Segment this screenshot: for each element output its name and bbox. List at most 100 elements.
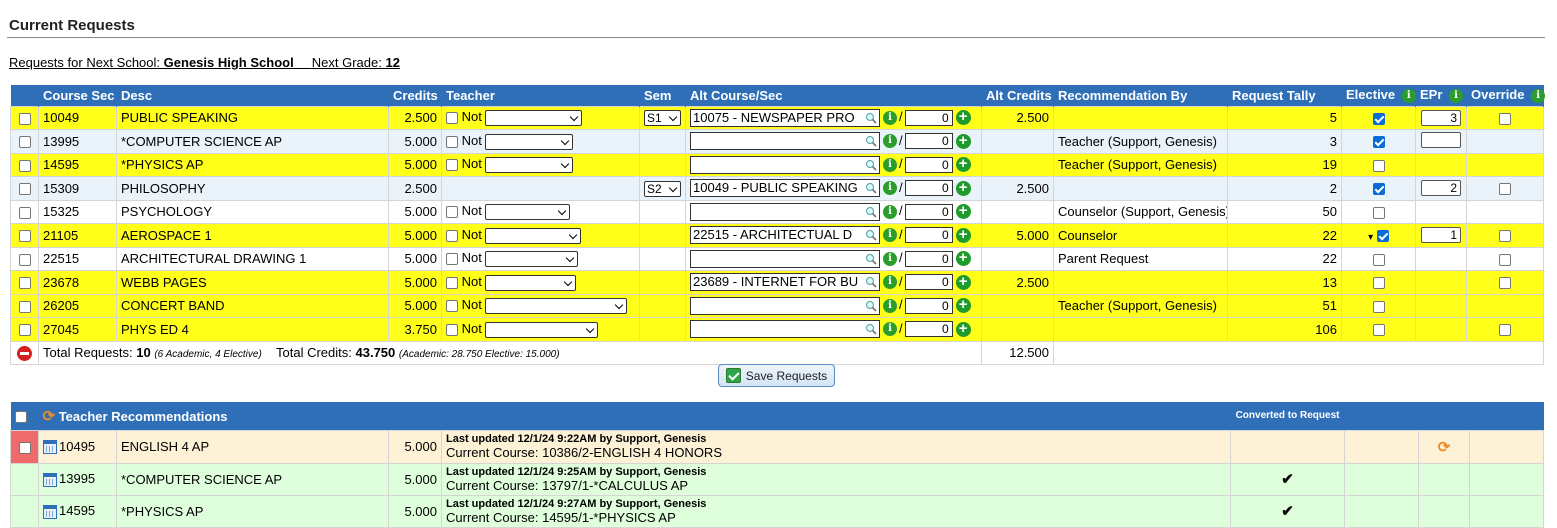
- override-checkbox[interactable]: [1499, 253, 1511, 266]
- add-icon[interactable]: +: [955, 203, 971, 220]
- row-select-checkbox[interactable]: [18, 230, 31, 243]
- info-icon[interactable]: i: [883, 157, 897, 172]
- search-icon[interactable]: [865, 300, 877, 312]
- info-icon[interactable]: i: [883, 181, 897, 196]
- info-icon[interactable]: i: [1531, 89, 1546, 104]
- not-teacher-checkbox[interactable]: [446, 135, 458, 148]
- search-icon[interactable]: [865, 159, 877, 171]
- alt-course-input[interactable]: [690, 296, 880, 315]
- search-icon[interactable]: [865, 206, 877, 218]
- alt-course-input[interactable]: [690, 320, 880, 339]
- teacher-select[interactable]: [485, 251, 579, 268]
- not-teacher-checkbox[interactable]: [446, 253, 458, 266]
- override-checkbox[interactable]: [1499, 230, 1511, 243]
- elective-checkbox[interactable]: [1372, 136, 1385, 149]
- alt-number-input[interactable]: 0: [904, 156, 953, 173]
- add-icon[interactable]: +: [955, 274, 971, 290]
- elective-checkbox[interactable]: [1372, 183, 1385, 196]
- not-teacher-checkbox[interactable]: [446, 229, 458, 242]
- info-icon[interactable]: i: [883, 322, 897, 337]
- alt-number-input[interactable]: 0: [904, 203, 953, 220]
- rec-select-all[interactable]: [10, 402, 39, 430]
- override-checkbox[interactable]: [1499, 112, 1511, 125]
- row-select-checkbox[interactable]: [18, 112, 31, 125]
- info-icon[interactable]: i: [883, 110, 897, 125]
- search-icon[interactable]: [865, 253, 877, 265]
- add-icon[interactable]: +: [955, 227, 971, 243]
- row-select-checkbox[interactable]: [18, 253, 31, 266]
- alt-course-input[interactable]: [690, 132, 880, 151]
- row-select-checkbox[interactable]: [18, 300, 31, 313]
- epr-input[interactable]: [1421, 131, 1461, 148]
- alt-course-input[interactable]: 10075 - NEWSPAPER PRO: [690, 108, 880, 127]
- not-teacher-checkbox[interactable]: [446, 206, 458, 219]
- alt-course-input[interactable]: [690, 155, 880, 174]
- alt-number-input[interactable]: 0: [904, 133, 953, 150]
- elective-checkbox[interactable]: [1372, 300, 1385, 313]
- info-icon[interactable]: i: [883, 134, 897, 149]
- delete-icon[interactable]: [10, 340, 39, 365]
- alt-course-input[interactable]: 23689 - INTERNET FOR BU: [690, 273, 880, 292]
- not-teacher-checkbox[interactable]: [446, 276, 458, 289]
- alt-course-input[interactable]: [690, 202, 880, 221]
- refresh-icon[interactable]: ⟳: [43, 408, 56, 425]
- teacher-select[interactable]: [485, 110, 583, 127]
- not-teacher-checkbox[interactable]: [446, 112, 458, 125]
- search-icon[interactable]: [865, 323, 877, 335]
- alt-number-input[interactable]: 0: [904, 297, 953, 314]
- alt-course-input[interactable]: 10049 - PUBLIC SPEAKING: [690, 179, 880, 198]
- add-icon[interactable]: +: [955, 109, 971, 126]
- elective-checkbox[interactable]: [1372, 277, 1385, 290]
- calendar-icon[interactable]: [43, 440, 57, 455]
- not-teacher-checkbox[interactable]: [446, 323, 458, 336]
- row-select-checkbox[interactable]: [18, 206, 31, 219]
- info-icon[interactable]: i: [883, 251, 897, 266]
- search-icon[interactable]: [865, 229, 877, 241]
- add-icon[interactable]: +: [955, 180, 971, 196]
- info-icon[interactable]: i: [883, 275, 897, 290]
- info-icon[interactable]: i: [883, 298, 897, 313]
- info-icon[interactable]: i: [1449, 89, 1464, 104]
- recommendation-checkbox[interactable]: [18, 441, 31, 454]
- search-icon[interactable]: [865, 182, 877, 194]
- add-icon[interactable]: +: [955, 297, 971, 314]
- convert-icon[interactable]: ⟳: [1438, 439, 1451, 456]
- elective-checkbox[interactable]: [1372, 159, 1385, 172]
- alt-number-input[interactable]: 0: [904, 274, 953, 291]
- teacher-select[interactable]: [485, 204, 571, 221]
- info-icon[interactable]: i: [883, 228, 897, 243]
- epr-input[interactable]: 3: [1421, 109, 1461, 126]
- teacher-select[interactable]: [485, 298, 628, 315]
- teacher-select[interactable]: [485, 133, 574, 150]
- epr-input[interactable]: 1: [1421, 227, 1461, 244]
- alt-number-input[interactable]: 0: [904, 250, 953, 267]
- row-select-checkbox[interactable]: [18, 159, 31, 172]
- search-icon[interactable]: [865, 276, 877, 288]
- elective-checkbox[interactable]: [1372, 112, 1385, 125]
- override-checkbox[interactable]: [1499, 277, 1511, 290]
- row-select-checkbox[interactable]: [18, 324, 31, 337]
- sem-select[interactable]: S2: [644, 180, 681, 197]
- not-teacher-checkbox[interactable]: [446, 159, 458, 172]
- teacher-select[interactable]: [485, 227, 582, 244]
- not-teacher-checkbox[interactable]: [446, 300, 458, 313]
- alt-number-input[interactable]: 0: [904, 321, 953, 338]
- alt-number-input[interactable]: 0: [904, 180, 953, 197]
- add-icon[interactable]: +: [955, 133, 971, 149]
- row-select-checkbox[interactable]: [18, 277, 31, 290]
- row-select-checkbox[interactable]: [18, 136, 31, 149]
- add-icon[interactable]: +: [955, 250, 971, 267]
- teacher-select[interactable]: [485, 321, 599, 338]
- elective-checkbox[interactable]: [1372, 253, 1385, 266]
- override-checkbox[interactable]: [1499, 324, 1511, 337]
- alt-number-input[interactable]: 0: [904, 109, 953, 126]
- add-icon[interactable]: +: [955, 321, 971, 337]
- search-icon[interactable]: [865, 135, 877, 147]
- elective-checkbox[interactable]: [1372, 324, 1385, 337]
- override-checkbox[interactable]: [1499, 183, 1511, 196]
- save-requests-button[interactable]: Save Requests: [718, 364, 835, 387]
- search-icon[interactable]: [865, 112, 877, 124]
- info-icon[interactable]: i: [1401, 89, 1416, 104]
- info-icon[interactable]: i: [883, 204, 897, 219]
- alt-course-input[interactable]: [690, 249, 880, 268]
